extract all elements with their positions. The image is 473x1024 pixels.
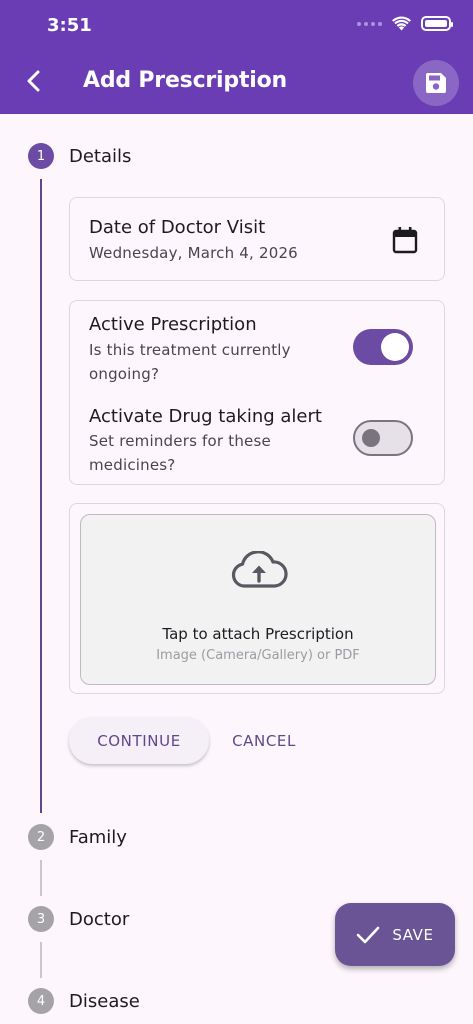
battery-icon <box>421 16 453 31</box>
drug-alert-description: Set reminders for these medicines? <box>89 429 271 477</box>
cloud-upload-icon <box>231 551 288 588</box>
drug-alert-toggle[interactable] <box>353 420 413 456</box>
visit-date-field[interactable]: Date of Doctor Visit Wednesday, March 4,… <box>69 197 445 281</box>
back-button[interactable] <box>18 66 48 96</box>
attach-title: Tap to attach Prescription <box>162 625 354 643</box>
save-icon-button[interactable] <box>413 60 459 106</box>
drug-alert-description-line-1: Set reminders for these <box>89 432 271 450</box>
floppy-disk-icon <box>425 73 446 93</box>
settings-card: Active Prescription Is this treatment cu… <box>69 300 445 485</box>
step-2-indicator[interactable]: 2 <box>28 824 54 850</box>
attach-subtitle: Image (Camera/Gallery) or PDF <box>156 648 360 663</box>
visit-date-value: Wednesday, March 4, 2026 <box>89 244 298 262</box>
app-bar: 3:51 Add Prescription <box>0 0 473 114</box>
step-1-indicator[interactable]: 1 <box>28 143 54 169</box>
active-prescription-toggle[interactable] <box>353 329 413 365</box>
step-2-connector <box>40 860 42 896</box>
active-prescription-description-line-2: ongoing? <box>89 365 160 383</box>
status-icons <box>357 16 453 31</box>
toggle-knob <box>381 333 409 361</box>
status-time: 3:51 <box>47 15 92 36</box>
step-4-label[interactable]: Disease <box>69 991 140 1012</box>
toggle-knob <box>362 429 380 447</box>
continue-button[interactable]: CONTINUE <box>69 717 209 764</box>
drug-alert-description-line-2: medicines? <box>89 456 176 474</box>
active-prescription-description-line-1: Is this treatment currently <box>89 341 291 359</box>
step-1-connector <box>40 179 42 813</box>
drug-alert-label: Activate Drug taking alert <box>89 406 322 427</box>
step-4-indicator[interactable]: 4 <box>28 988 54 1014</box>
step-3-connector <box>40 942 42 978</box>
attachment-card: Tap to attach Prescription Image (Camera… <box>69 503 445 694</box>
step-3-label[interactable]: Doctor <box>69 909 129 930</box>
step-1-label[interactable]: Details <box>69 146 131 167</box>
step-3-indicator[interactable]: 3 <box>28 906 54 932</box>
attach-prescription-dropzone[interactable]: Tap to attach Prescription Image (Camera… <box>80 514 436 685</box>
active-prescription-description: Is this treatment currently ongoing? <box>89 338 291 386</box>
step-2-label[interactable]: Family <box>69 827 127 848</box>
visit-date-label: Date of Doctor Visit <box>89 217 266 238</box>
arrow-back-icon <box>27 70 40 92</box>
cancel-button[interactable]: CANCEL <box>220 717 308 764</box>
active-prescription-label: Active Prescription <box>89 314 257 335</box>
calendar-icon[interactable] <box>392 226 418 254</box>
check-icon <box>357 926 380 943</box>
wifi-icon <box>392 16 411 31</box>
cellular-signal-icon <box>357 21 382 26</box>
save-fab-label: SAVE <box>392 925 434 944</box>
page-title: Add Prescription <box>83 68 287 93</box>
save-fab-button[interactable]: SAVE <box>335 903 455 966</box>
